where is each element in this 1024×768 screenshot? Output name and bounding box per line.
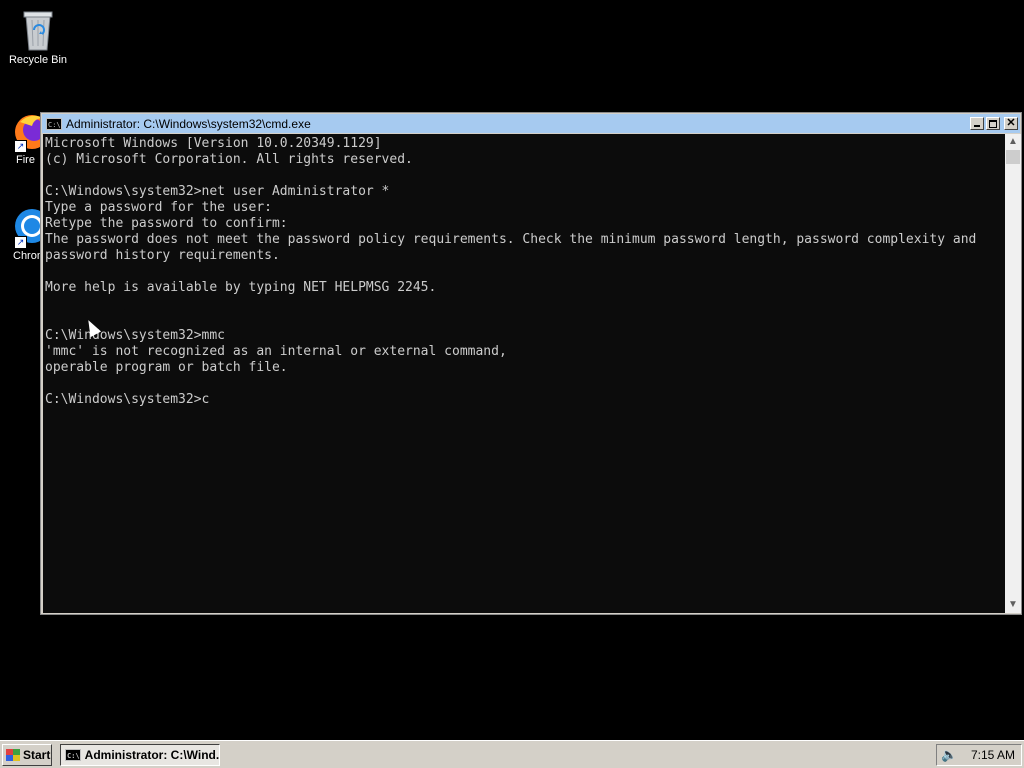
vertical-scrollbar[interactable]: ▲ ▼: [1005, 134, 1021, 613]
maximize-button[interactable]: [986, 117, 1000, 130]
start-label: Start: [23, 748, 51, 762]
cmd-window[interactable]: C:\ Administrator: C:\Windows\system32\c…: [40, 112, 1022, 615]
clock[interactable]: 7:15 AM: [971, 748, 1015, 762]
recycle-bin-shortcut[interactable]: Recycle Bin: [0, 8, 76, 66]
system-tray: 🔈 7:15 AM: [936, 744, 1022, 766]
cmd-icon: C:\: [46, 117, 62, 130]
close-icon: ✕: [1006, 117, 1016, 129]
recycle-bin-label: Recycle Bin: [8, 54, 68, 66]
taskbar-item-cmd[interactable]: C:\ Administrator: C:\Wind...: [60, 744, 220, 766]
recycle-bin-icon: [23, 11, 53, 51]
shortcut-arrow-icon: ↗: [14, 140, 27, 153]
cmd-icon: C:\: [65, 749, 81, 761]
scroll-down-button[interactable]: ▼: [1005, 597, 1021, 613]
window-titlebar[interactable]: C:\ Administrator: C:\Windows\system32\c…: [42, 114, 1020, 133]
console-text: Microsoft Windows [Version 10.0.20349.11…: [45, 136, 977, 407]
taskbar: Start C:\ Administrator: C:\Wind... 🔈 7:…: [0, 740, 1024, 768]
scroll-up-button[interactable]: ▲: [1005, 134, 1021, 150]
desktop: Recycle Bin ↗ Fire ↗ Chron C:\ Administr…: [0, 0, 1024, 740]
shortcut-arrow-icon: ↗: [14, 236, 27, 249]
close-button[interactable]: ✕: [1004, 117, 1018, 130]
window-title: Administrator: C:\Windows\system32\cmd.e…: [66, 116, 311, 131]
speaker-icon[interactable]: 🔈: [941, 747, 957, 763]
minimize-button[interactable]: [970, 117, 984, 130]
window-controls: ✕: [970, 117, 1018, 130]
taskbar-item-label: Administrator: C:\Wind...: [84, 748, 220, 762]
console-output[interactable]: Microsoft Windows [Version 10.0.20349.11…: [43, 134, 1005, 613]
windows-logo-icon: [6, 749, 20, 761]
scroll-thumb[interactable]: [1006, 150, 1020, 164]
start-button[interactable]: Start: [2, 744, 52, 766]
